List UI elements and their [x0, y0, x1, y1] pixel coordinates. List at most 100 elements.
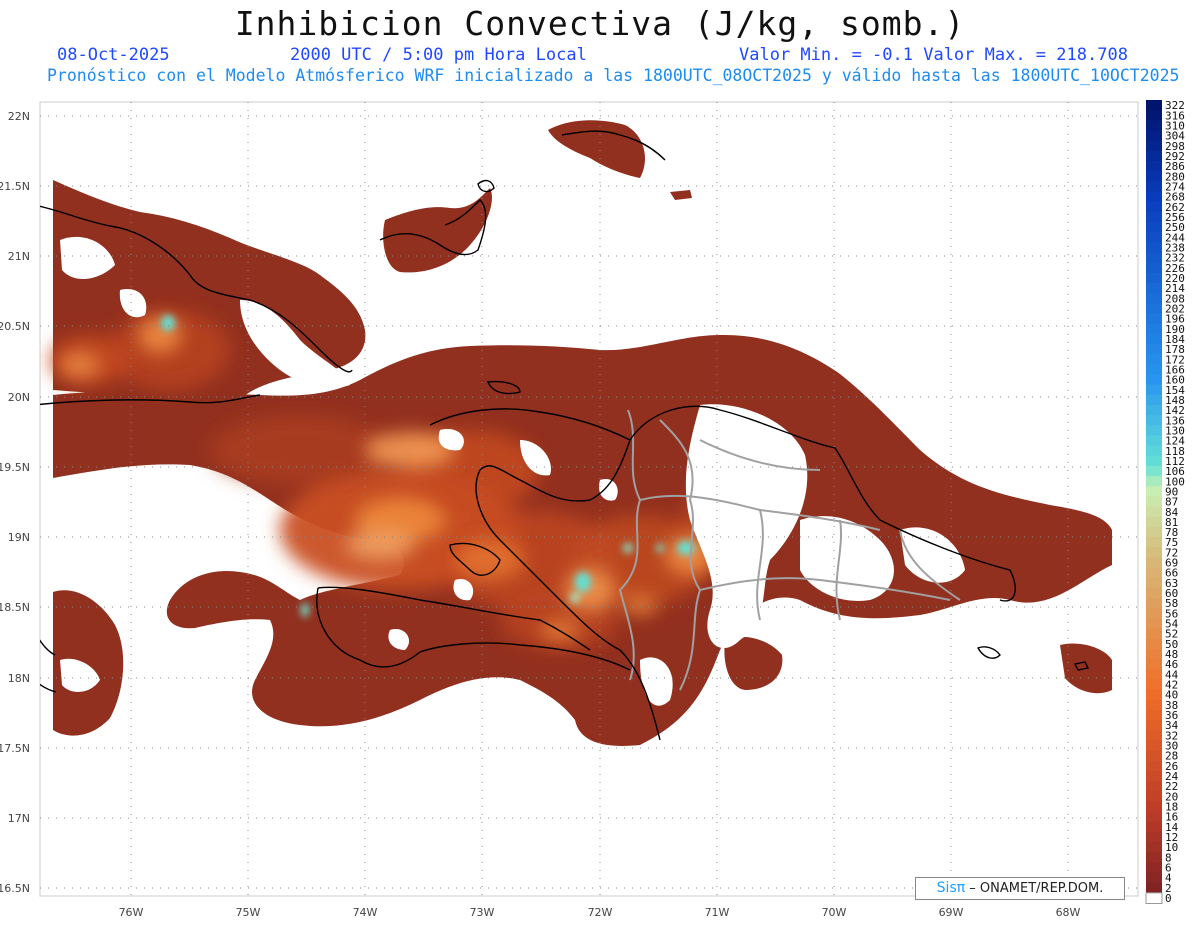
- lon-label: 69W: [939, 906, 964, 919]
- colorbar-swatch: [1146, 313, 1162, 325]
- colorbar-swatch: [1146, 628, 1162, 640]
- colorbar-swatch: [1146, 842, 1162, 853]
- colorbar-swatch: [1146, 333, 1162, 345]
- credit-box: Sisπ – ONAMET/REP.DOM.: [915, 877, 1125, 900]
- lon-label: 70W: [822, 906, 847, 919]
- lat-label: 22N: [8, 110, 30, 123]
- colorbar-swatch: [1146, 120, 1162, 131]
- colorbar-swatch: [1146, 425, 1162, 436]
- colorbar-swatch: [1146, 211, 1162, 223]
- colorbar-swatch: [1146, 364, 1162, 375]
- colorbar-swatch: [1146, 201, 1162, 213]
- latitude-labels: 22N 21.5N 21N 20.5N 20N 19.5N 19N 18.5N …: [0, 110, 30, 895]
- colorbar-swatch: [1146, 750, 1162, 762]
- colorbar-swatch: [1146, 760, 1162, 772]
- colorbar-swatch: [1146, 547, 1162, 558]
- colorbar-swatch: [1146, 791, 1162, 802]
- colorbar-swatch: [1146, 252, 1162, 264]
- colorbar-swatch: [1146, 730, 1162, 741]
- colorbar-swatch: [1146, 221, 1162, 233]
- lat-label: 18N: [8, 672, 30, 685]
- colorbar-swatch: [1146, 567, 1162, 579]
- colorbar-swatch: [1146, 557, 1162, 569]
- colorbar-swatch: [1146, 740, 1162, 752]
- colorbar-swatch: [1146, 608, 1162, 619]
- colorbar-swatch: [1146, 171, 1162, 182]
- colorbar-swatch: [1146, 384, 1162, 396]
- colorbar-swatch: [1146, 770, 1162, 782]
- colorbar-swatch: [1146, 862, 1162, 873]
- colorbar-swatch: [1146, 496, 1162, 508]
- lat-label: 18.5N: [0, 601, 30, 614]
- lat-label: 20.5N: [0, 320, 30, 333]
- lat-label: 19.5N: [0, 461, 30, 474]
- lon-label: 68W: [1056, 906, 1081, 919]
- colorbar-swatch: [1146, 181, 1162, 192]
- colorbar-label: 0: [1165, 892, 1172, 905]
- colorbar-swatch: [1146, 537, 1162, 548]
- colorbar-swatch: [1146, 781, 1162, 792]
- colorbar: 3223163103042982922862802742682622562502…: [1145, 99, 1185, 905]
- lat-label: 17.5N: [0, 742, 30, 755]
- colorbar-swatch: [1146, 140, 1162, 152]
- colorbar-swatch: [1146, 160, 1162, 172]
- colorbar-swatch: [1146, 648, 1162, 660]
- colorbar-swatch: [1146, 110, 1162, 121]
- lat-label: 17N: [8, 812, 30, 825]
- colorbar-swatch: [1146, 852, 1162, 863]
- colorbar-swatch: [1146, 577, 1162, 589]
- colorbar-swatch: [1146, 293, 1162, 304]
- colorbar-swatch: [1146, 374, 1162, 386]
- colorbar-swatch: [1146, 282, 1162, 294]
- colorbar-swatch: [1146, 232, 1162, 243]
- colorbar-swatch: [1146, 130, 1162, 142]
- colorbar-swatch: [1146, 415, 1162, 426]
- colorbar-swatch: [1146, 831, 1162, 843]
- colorbar-swatch: [1146, 618, 1162, 630]
- lat-label: 19N: [8, 531, 30, 544]
- sis-logo: Sisπ: [936, 880, 966, 896]
- colorbar-swatch: [1146, 699, 1162, 711]
- colorbar-swatch: [1146, 303, 1162, 314]
- colorbar-swatch: [1146, 191, 1162, 203]
- lon-label: 72W: [588, 906, 613, 919]
- colorbar-swatch: [1146, 272, 1162, 284]
- credit-text: – ONAMET/REP.DOM.: [965, 881, 1104, 896]
- colorbar-swatch: [1145, 892, 1163, 905]
- colorbar-swatch: [1146, 659, 1162, 670]
- colorbar-swatch: [1146, 516, 1162, 528]
- lon-label: 71W: [705, 906, 730, 919]
- colorbar-swatch: [1146, 638, 1162, 650]
- colorbar-swatch: [1146, 587, 1162, 599]
- colorbar-swatch: [1146, 811, 1162, 823]
- colorbar-swatch: [1146, 100, 1162, 111]
- colorbar-swatch: [1146, 669, 1162, 680]
- colorbar-swatch: [1146, 242, 1162, 253]
- colorbar-swatch: [1146, 720, 1162, 731]
- colorbar-swatch: [1146, 445, 1162, 457]
- lon-label: 74W: [353, 906, 378, 919]
- cin-map: 22N 21.5N 21N 20.5N 20N 19.5N 19N 18.5N …: [0, 99, 1185, 919]
- colorbar-swatch: [1146, 150, 1162, 162]
- lat-label: 20N: [8, 391, 30, 404]
- lon-label: 75W: [236, 906, 261, 919]
- lat-label: 16.5N: [0, 882, 30, 895]
- colorbar-swatch: [1146, 455, 1162, 467]
- colorbar-swatch: [1146, 404, 1162, 416]
- colorbar-swatch: [1146, 394, 1162, 406]
- lon-label: 76W: [119, 906, 144, 919]
- colorbar-swatch: [1146, 526, 1162, 538]
- colorbar-swatch: [1146, 598, 1162, 609]
- colorbar-swatch: [1146, 262, 1162, 274]
- colorbar-swatch: [1146, 882, 1162, 894]
- colorbar-swatch: [1146, 476, 1162, 487]
- lat-label: 21.5N: [0, 180, 30, 193]
- colorbar-swatch: [1146, 343, 1162, 355]
- colorbar-swatch: [1146, 709, 1162, 721]
- colorbar-swatch: [1146, 354, 1162, 365]
- longitude-labels: 76W 75W 74W 73W 72W 71W 70W 69W 68W: [119, 906, 1081, 919]
- colorbar-swatch: [1146, 435, 1162, 447]
- lon-label: 73W: [470, 906, 495, 919]
- colorbar-swatch: [1146, 486, 1162, 497]
- colorbar-swatch: [1146, 821, 1162, 833]
